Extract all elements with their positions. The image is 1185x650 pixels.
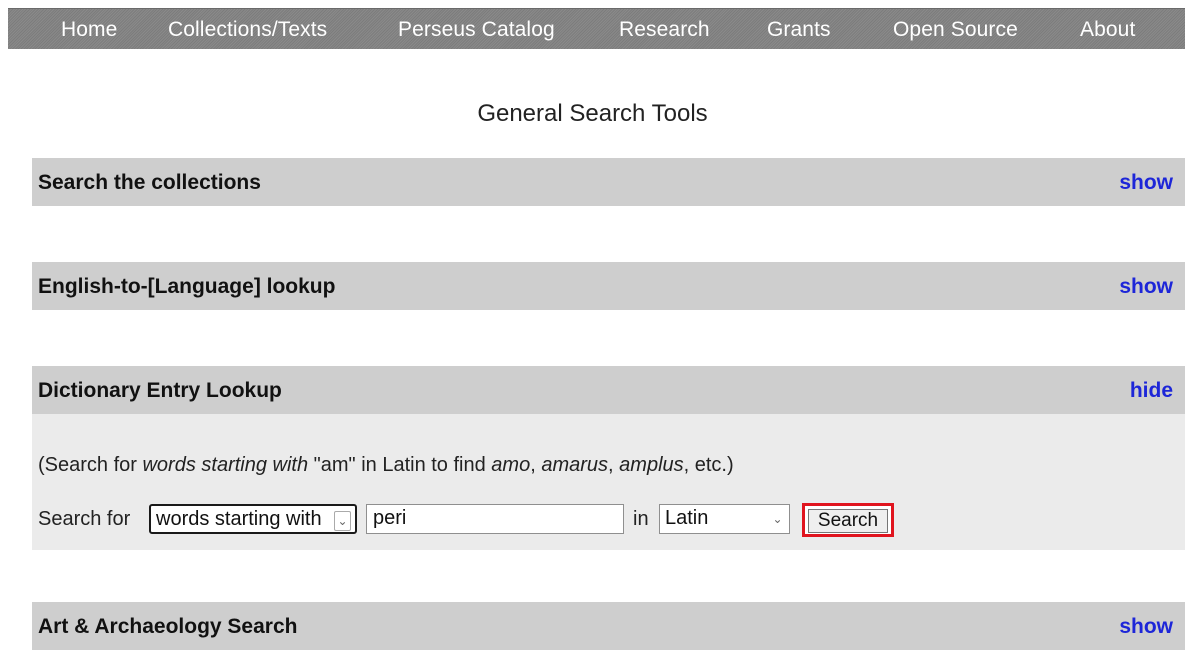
chevron-down-icon: ⌄ [772,512,783,526]
hint-text: , [608,454,620,476]
chevron-down-icon: ⌄ [334,511,351,531]
search-button-highlight: Search [802,503,894,537]
search-for-label: Search for [38,508,131,530]
search-query-input[interactable]: peri [366,504,624,534]
nav-about[interactable]: About [1080,18,1135,42]
show-toggle-link[interactable]: show [1119,615,1173,639]
section-art-archaeology: Art & Archaeology Search show [32,602,1185,650]
section-title: Search the collections [38,171,261,194]
page-title: General Search Tools [477,100,708,127]
hint-emphasis: amplus [619,454,684,476]
show-toggle-link[interactable]: show [1119,171,1173,195]
nav-home[interactable]: Home [61,18,117,42]
section-dictionary-lookup: Dictionary Entry Lookup hide [32,366,1185,414]
nav-open-source[interactable]: Open Source [893,18,1018,42]
match-mode-select[interactable]: words starting with ⌄ [149,504,357,534]
hint-emphasis: words starting with [142,454,309,476]
dictionary-lookup-panel: (Search for words starting with "am" in … [32,414,1185,550]
section-english-lookup: English-to-[Language] lookup show [32,262,1185,310]
match-mode-value: words starting with [156,508,322,530]
language-select[interactable]: Latin ⌄ [659,504,790,534]
section-title: English-to-[Language] lookup [38,275,336,298]
hint-text: "am" in Latin to find [308,454,492,476]
hide-toggle-link[interactable]: hide [1130,379,1173,403]
hint-text: , [530,454,542,476]
language-value: Latin [665,507,709,529]
section-search-collections: Search the collections show [32,158,1185,206]
hint-text: , etc.) [683,454,734,476]
nav-grants[interactable]: Grants [767,18,831,42]
search-button[interactable]: Search [808,509,888,533]
search-query-value: peri [373,507,407,529]
hint-emphasis: amarus [541,454,609,476]
top-navigation: Home Collections/Texts Perseus Catalog R… [8,8,1185,49]
show-toggle-link[interactable]: show [1119,275,1173,299]
search-hint: (Search for words starting with "am" in … [38,454,734,477]
hint-emphasis: amo [491,454,531,476]
search-form-row: Search for words starting with ⌄ peri in… [38,503,1138,537]
nav-perseus-catalog[interactable]: Perseus Catalog [398,18,555,42]
section-title: Art & Archaeology Search [38,615,298,638]
section-title: Dictionary Entry Lookup [38,379,282,402]
in-label: in [633,508,649,530]
nav-collections-texts[interactable]: Collections/Texts [168,18,327,42]
hint-text: (Search for [38,454,143,476]
nav-research[interactable]: Research [619,18,710,42]
